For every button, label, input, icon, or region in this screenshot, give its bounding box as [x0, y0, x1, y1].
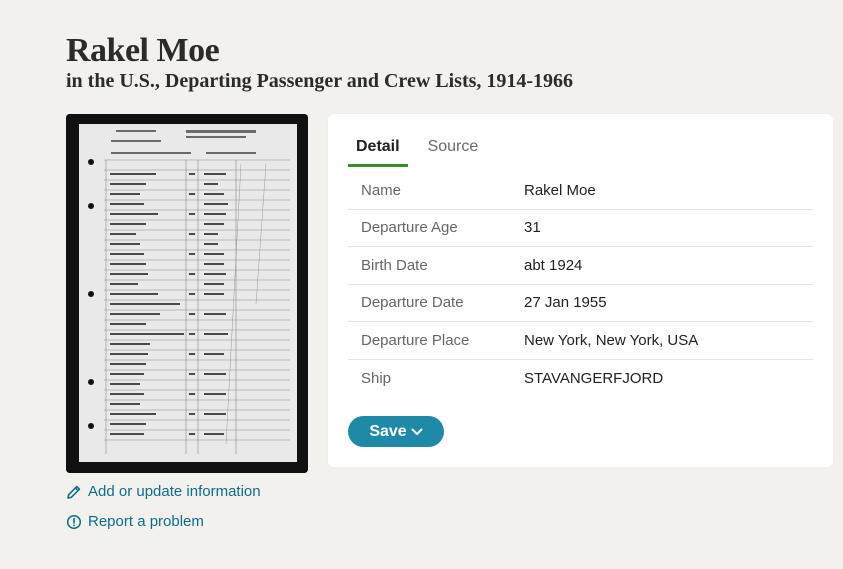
- detail-value: STAVANGERFJORD: [524, 369, 664, 387]
- detail-label: Departure Place: [361, 331, 470, 349]
- detail-value: abt 1924: [524, 256, 583, 274]
- report-problem-link[interactable]: Report a problem: [66, 513, 204, 530]
- detail-row-birth-date: Birth Date abt 1924: [348, 247, 813, 285]
- tab-source[interactable]: Source: [420, 134, 487, 167]
- details-table: Name Rakel Moe Departure Age 31 Birth Da…: [348, 172, 813, 397]
- pencil-icon: [67, 485, 81, 499]
- alert-circle-icon: [66, 514, 82, 529]
- page-title: Rakel Moe: [66, 32, 220, 69]
- detail-value: 31: [524, 219, 541, 237]
- detail-label: Departure Date: [361, 294, 464, 312]
- detail-label: Ship: [361, 369, 392, 387]
- tab-detail[interactable]: Detail: [348, 134, 408, 167]
- detail-value: Rakel Moe: [524, 181, 596, 199]
- record-details-card: Detail Source Name Rakel Moe Departure A…: [328, 114, 833, 467]
- add-update-information-link[interactable]: Add or update information: [66, 483, 261, 500]
- report-problem-label: Report a problem: [88, 513, 204, 530]
- document-scan-image: [66, 114, 308, 473]
- chevron-down-icon: [411, 428, 423, 435]
- detail-label: Birth Date: [361, 256, 428, 274]
- detail-row-departure-place: Departure Place New York, New York, USA: [348, 322, 813, 360]
- detail-row-name: Name Rakel Moe: [348, 172, 813, 210]
- detail-value: 27 Jan 1955: [524, 294, 607, 312]
- detail-row-departure-age: Departure Age 31: [348, 210, 813, 247]
- save-button-label: Save: [369, 422, 407, 440]
- detail-row-ship: Ship STAVANGERFJORD: [348, 360, 813, 398]
- detail-row-departure-date: Departure Date 27 Jan 1955: [348, 285, 813, 322]
- detail-label: Departure Age: [361, 219, 458, 237]
- save-button[interactable]: Save: [348, 416, 444, 447]
- detail-value: New York, New York, USA: [524, 331, 699, 349]
- record-image-thumbnail[interactable]: [66, 114, 308, 473]
- add-update-information-label: Add or update information: [88, 483, 261, 500]
- detail-label: Name: [361, 181, 402, 199]
- page-subtitle: in the U.S., Departing Passenger and Cre…: [66, 70, 574, 92]
- detail-tabs: Detail Source: [348, 134, 498, 167]
